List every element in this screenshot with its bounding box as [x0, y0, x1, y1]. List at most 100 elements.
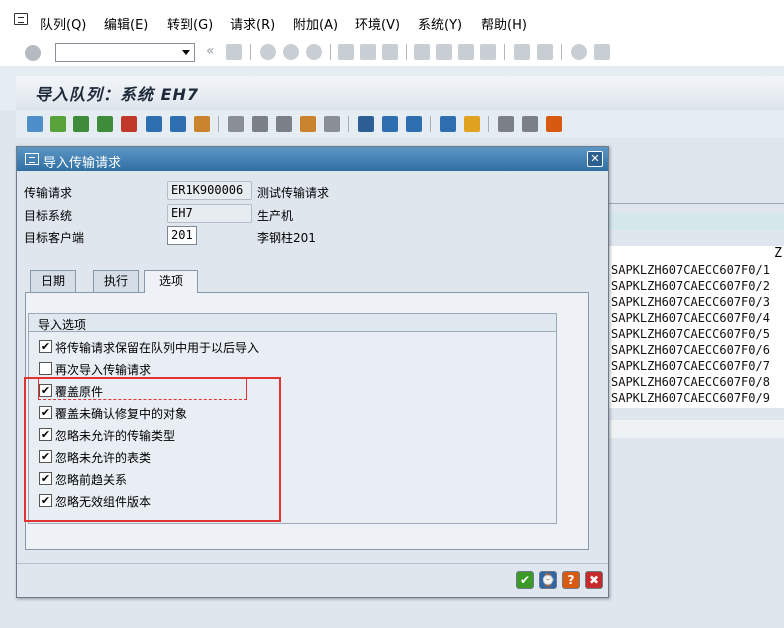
menu-environment[interactable]: 环境(V): [355, 14, 400, 33]
option-checkbox[interactable]: [39, 362, 52, 375]
transport-request-label: 传输请求: [24, 186, 73, 200]
last-page-icon[interactable]: [480, 44, 496, 60]
menu-system[interactable]: 系统(Y): [418, 14, 462, 33]
list-icon[interactable]: [276, 116, 292, 132]
lock-open-icon[interactable]: [194, 116, 210, 132]
chevron-down-icon[interactable]: [182, 50, 190, 55]
help-icon[interactable]: ?: [562, 571, 580, 589]
menu-extras[interactable]: 附加(A): [293, 14, 338, 33]
dialog-title: 导入传输请求: [43, 156, 122, 171]
option-label: 覆盖未确认修复中的对象: [55, 407, 188, 421]
refresh-icon[interactable]: [27, 116, 43, 132]
lock-icon[interactable]: [358, 116, 374, 132]
list-item[interactable]: SAPKLZH607CAECC607F0/6: [611, 342, 770, 358]
option-checkbox[interactable]: ✔: [39, 472, 52, 485]
cancel-nav-icon[interactable]: [306, 44, 322, 60]
option-checkbox[interactable]: ✔: [39, 384, 52, 397]
group-title: 导入选项: [38, 318, 87, 332]
option-checkbox[interactable]: ✔: [39, 406, 52, 419]
glasses-icon[interactable]: [228, 116, 244, 132]
close-icon[interactable]: ✕: [587, 151, 603, 167]
queue-list: Z SAPKLZH607CAECC607F0/1 SAPKLZH607CAECC…: [608, 246, 784, 408]
back-icon[interactable]: [260, 44, 276, 60]
truck-icon[interactable]: [382, 116, 398, 132]
previous-page-icon[interactable]: [436, 44, 452, 60]
column-header: Z: [774, 246, 782, 261]
shortcut-icon[interactable]: [537, 44, 553, 60]
menu-help[interactable]: 帮助(H): [481, 14, 527, 33]
help-icon[interactable]: [571, 44, 587, 60]
exit-icon[interactable]: [283, 44, 299, 60]
list-item[interactable]: SAPKLZH607CAECC607F0/5: [611, 326, 770, 342]
settings-icon[interactable]: [498, 116, 514, 132]
group-header: 导入选项: [29, 314, 556, 332]
list-item[interactable]: SAPKLZH607CAECC607F0/7: [611, 358, 770, 374]
target-client-field[interactable]: 201: [167, 226, 197, 245]
page-bottom: [0, 608, 784, 628]
option-checkbox[interactable]: ✔: [39, 428, 52, 441]
list-item[interactable]: SAPKLZH607CAECC607F0/8: [611, 374, 770, 390]
search-icon[interactable]: [146, 116, 162, 132]
help-icon[interactable]: [546, 116, 562, 132]
doc-search-icon[interactable]: [324, 116, 340, 132]
menu-queue[interactable]: 队列(Q): [40, 14, 86, 33]
list-item[interactable]: SAPKLZH607CAECC607F0/4: [611, 310, 770, 326]
tab-options[interactable]: 选项: [144, 270, 198, 293]
list-item[interactable]: SAPKLZH607CAECC607F0/9: [611, 390, 770, 406]
transport-request-desc: 测试传输请求: [257, 186, 330, 200]
tab-date[interactable]: 日期: [30, 270, 76, 292]
continue-icon[interactable]: [50, 116, 66, 132]
option-checkbox[interactable]: ✔: [39, 494, 52, 507]
select-icon[interactable]: [121, 116, 137, 132]
list-item[interactable]: SAPKLZH607CAECC607F0/2: [611, 278, 770, 294]
menu-edit[interactable]: 编辑(E): [104, 14, 148, 33]
table-icon[interactable]: [522, 116, 538, 132]
option-checkbox[interactable]: ✔: [39, 450, 52, 463]
import-request-dialog: 导入传输请求 ✕ 传输请求 ER1K900006 测试传输请求 目标系统 EH7…: [16, 146, 609, 598]
cancel-icon[interactable]: ✖: [585, 571, 603, 589]
tab-execution[interactable]: 执行: [93, 270, 139, 292]
option-label: 忽略未允许的表类: [55, 451, 152, 465]
transport-request-field: ER1K900006: [167, 181, 252, 200]
option-checkbox[interactable]: ✔: [39, 340, 52, 353]
new-session-icon[interactable]: [514, 44, 530, 60]
option-label: 忽略前趋关系: [55, 473, 128, 487]
menu-bar: 队列(Q) 编辑(E) 转到(G) 请求(R) 附加(A) 环境(V) 系统(Y…: [0, 0, 784, 44]
truck-all-icon[interactable]: [406, 116, 422, 132]
layout-menu-icon[interactable]: [594, 44, 610, 60]
sort-ascending-icon[interactable]: [73, 116, 89, 132]
page-title: 导入队列：系统 EH7: [35, 85, 200, 104]
target-client-desc: 李钢柱201: [257, 231, 316, 245]
log-icon[interactable]: [300, 116, 316, 132]
confirm-icon[interactable]: ✔: [516, 571, 534, 589]
option-label: 将传输请求保留在队列中用于以后导入: [55, 341, 260, 355]
option-label: 忽略未允许的传输类型: [55, 429, 176, 443]
monitor-icon[interactable]: [440, 116, 456, 132]
option-label: 覆盖原件: [55, 385, 104, 399]
list-footer-band: [608, 420, 784, 438]
list-item[interactable]: SAPKLZH607CAECC607F0/1: [611, 262, 770, 278]
first-page-icon[interactable]: [414, 44, 430, 60]
print-icon[interactable]: [338, 44, 354, 60]
menu-goto[interactable]: 转到(G): [167, 14, 213, 33]
enter-icon[interactable]: [25, 45, 41, 61]
schedule-icon[interactable]: ⌚: [539, 571, 557, 589]
sort-descending-icon[interactable]: [97, 116, 113, 132]
option-label: 再次导入传输请求: [55, 363, 152, 377]
menu-request[interactable]: 请求(R): [230, 14, 275, 33]
filter-icon[interactable]: [170, 116, 186, 132]
target-system-label: 目标系统: [24, 209, 73, 223]
find-icon[interactable]: [360, 44, 376, 60]
target-system-field: EH7: [167, 204, 252, 223]
list-item[interactable]: SAPKLZH607CAECC607F0/3: [611, 294, 770, 310]
dialog-icon: [25, 153, 39, 165]
save-icon[interactable]: [226, 44, 242, 60]
transport-icon[interactable]: [464, 116, 480, 132]
find-next-icon[interactable]: [382, 44, 398, 60]
document-icon[interactable]: [252, 116, 268, 132]
system-menu-icon[interactable]: [14, 13, 28, 25]
target-client-label: 目标客户端: [24, 231, 85, 245]
next-page-icon[interactable]: [458, 44, 474, 60]
command-field[interactable]: [55, 43, 195, 62]
history-arrow-icon[interactable]: «: [206, 43, 215, 59]
